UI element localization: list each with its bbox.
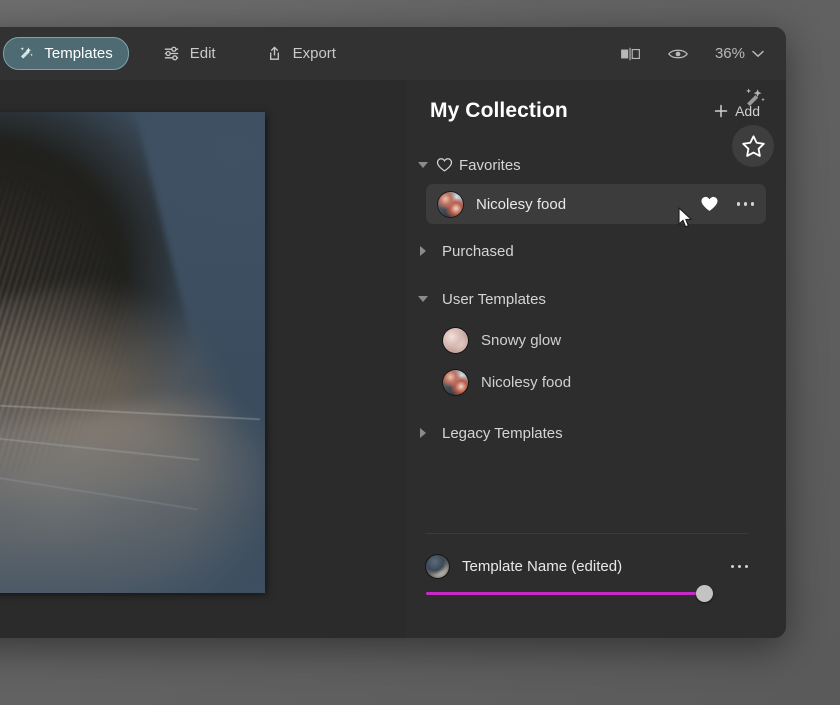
template-row-label: Nicolesy food	[476, 196, 566, 213]
template-row-nicolesy-food-favorite[interactable]: Nicolesy food	[426, 184, 766, 224]
sliders-icon	[162, 44, 181, 63]
sparkles-wand-icon[interactable]	[738, 83, 768, 113]
right-rail	[732, 83, 774, 167]
group-header-favorites[interactable]: Favorites	[406, 150, 786, 180]
disclosure-triangle-user-templates[interactable]	[414, 296, 432, 302]
group-header-legacy-templates[interactable]: Legacy Templates	[406, 418, 786, 448]
tab-edit-label: Edit	[190, 46, 216, 61]
share-upload-icon	[265, 44, 284, 63]
magic-wand-icon	[16, 44, 35, 63]
ellipsis-icon[interactable]	[731, 565, 749, 569]
ellipsis-icon[interactable]	[737, 202, 755, 206]
section-divider	[426, 533, 748, 534]
template-thumbnail	[438, 192, 463, 217]
template-strength-slider[interactable]	[426, 585, 726, 603]
slider-fill	[426, 592, 704, 595]
tab-export-label: Export	[293, 46, 336, 61]
tab-templates-label: Templates	[44, 46, 112, 61]
toolbar: alog Templates	[0, 27, 786, 81]
active-template-name: Template Name (edited)	[462, 558, 622, 575]
photo-lower-shadow	[0, 383, 265, 593]
active-template-thumbnail	[426, 555, 449, 578]
group-label-legacy-templates: Legacy Templates	[442, 425, 563, 442]
template-row-actions	[700, 195, 755, 213]
canvas-area[interactable]	[0, 80, 406, 638]
group-header-purchased[interactable]: Purchased	[406, 236, 786, 266]
eye-icon[interactable]	[667, 46, 689, 62]
group-label-purchased: Purchased	[442, 243, 514, 260]
tab-export[interactable]: Export	[252, 37, 352, 70]
disclosure-triangle-legacy-templates[interactable]	[414, 428, 432, 438]
template-row-snowy-glow[interactable]: Snowy glow	[443, 320, 766, 360]
slider-knob[interactable]	[696, 585, 713, 602]
chevron-down-icon	[752, 50, 764, 58]
template-thumbnail	[443, 328, 468, 353]
toolbar-tab-group: alog Templates	[0, 37, 352, 70]
page-title: My Collection	[430, 99, 568, 123]
disclosure-triangle-favorites[interactable]	[414, 162, 432, 168]
group-label-favorites: Favorites	[459, 157, 521, 174]
tab-templates[interactable]: Templates	[3, 37, 128, 70]
zoom-level-value: 36%	[715, 45, 745, 62]
templates-panel: My Collection Add	[406, 80, 786, 638]
toolbar-right-group: 36%	[619, 45, 764, 62]
template-row-label: Nicolesy food	[481, 374, 571, 391]
panel-header: My Collection Add	[406, 80, 786, 142]
template-row-nicolesy-food-user[interactable]: Nicolesy food	[443, 362, 766, 402]
template-thumbnail	[443, 370, 468, 395]
star-favorite-button[interactable]	[732, 125, 774, 167]
tab-edit[interactable]: Edit	[149, 37, 232, 70]
group-label-user-templates: User Templates	[442, 291, 546, 308]
compare-split-icon[interactable]	[619, 46, 641, 62]
application-window: alog Templates	[0, 27, 786, 638]
plus-icon	[714, 104, 728, 118]
template-row-label: Snowy glow	[481, 332, 561, 349]
heart-filled-icon[interactable]	[700, 195, 719, 213]
active-template-row[interactable]: Template Name (edited)	[426, 555, 748, 578]
heart-outline-icon	[436, 157, 453, 173]
zoom-level-control[interactable]: 36%	[715, 45, 764, 62]
group-header-user-templates[interactable]: User Templates	[406, 284, 786, 314]
active-template-section: Template Name (edited)	[406, 533, 786, 638]
templates-tree: Favorites Nicolesy food	[406, 142, 786, 448]
star-outline-icon	[741, 134, 766, 159]
photo-preview-cat[interactable]	[0, 112, 265, 593]
disclosure-triangle-purchased[interactable]	[414, 246, 432, 256]
